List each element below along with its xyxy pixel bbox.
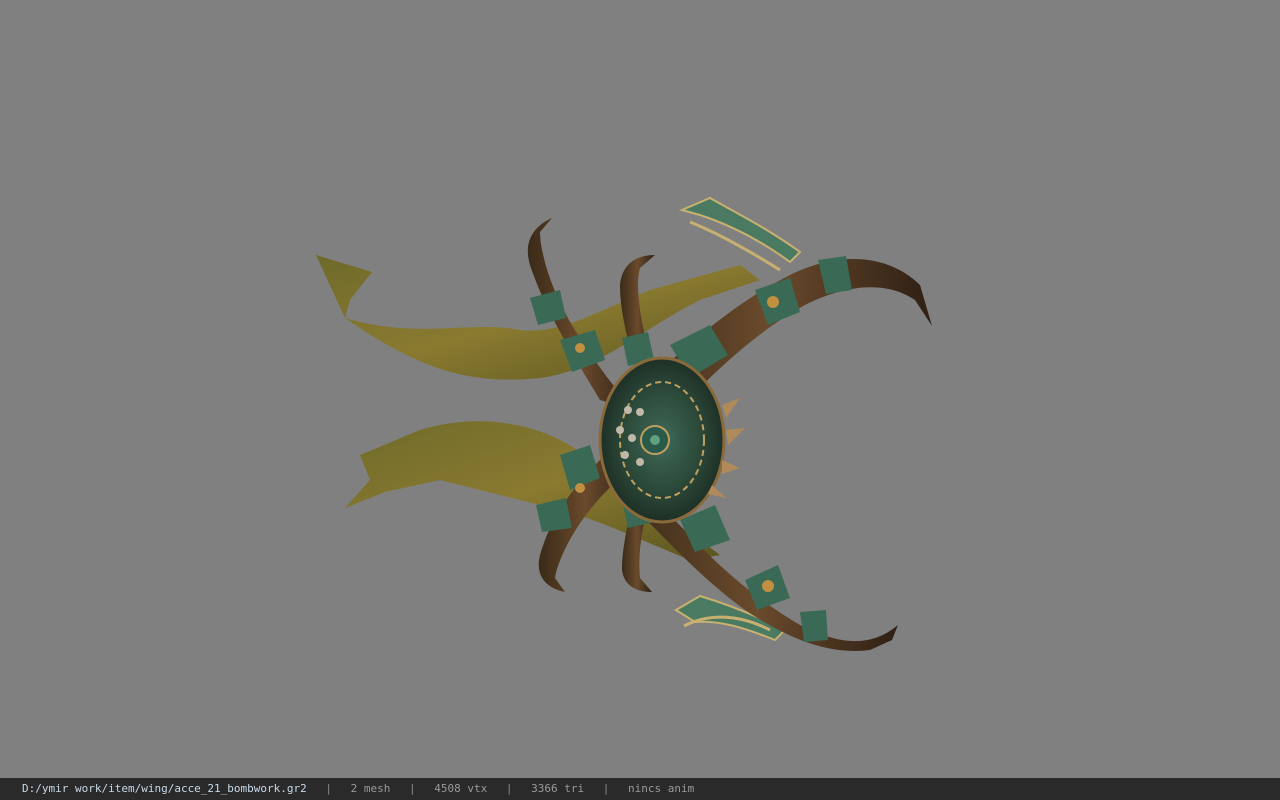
triangle-count: 3366 tri: [531, 782, 585, 795]
mesh-count: 2 mesh: [350, 782, 391, 795]
central-core: [598, 356, 745, 524]
file-path: D:/ymir work/item/wing/acce_21_bombwork.…: [22, 782, 307, 795]
model-render: [316, 196, 932, 651]
anim-status: nincs anim: [628, 782, 695, 795]
separator: |: [325, 782, 333, 795]
separator: |: [602, 782, 610, 795]
3d-viewport[interactable]: [0, 0, 1280, 778]
fan-ornament-top: [678, 196, 802, 272]
separator: |: [505, 782, 513, 795]
vertex-count: 4508 vtx: [434, 782, 488, 795]
separator: |: [409, 782, 416, 795]
status-bar: D:/ymir work/item/wing/acce_21_bombwork.…: [0, 778, 1280, 800]
